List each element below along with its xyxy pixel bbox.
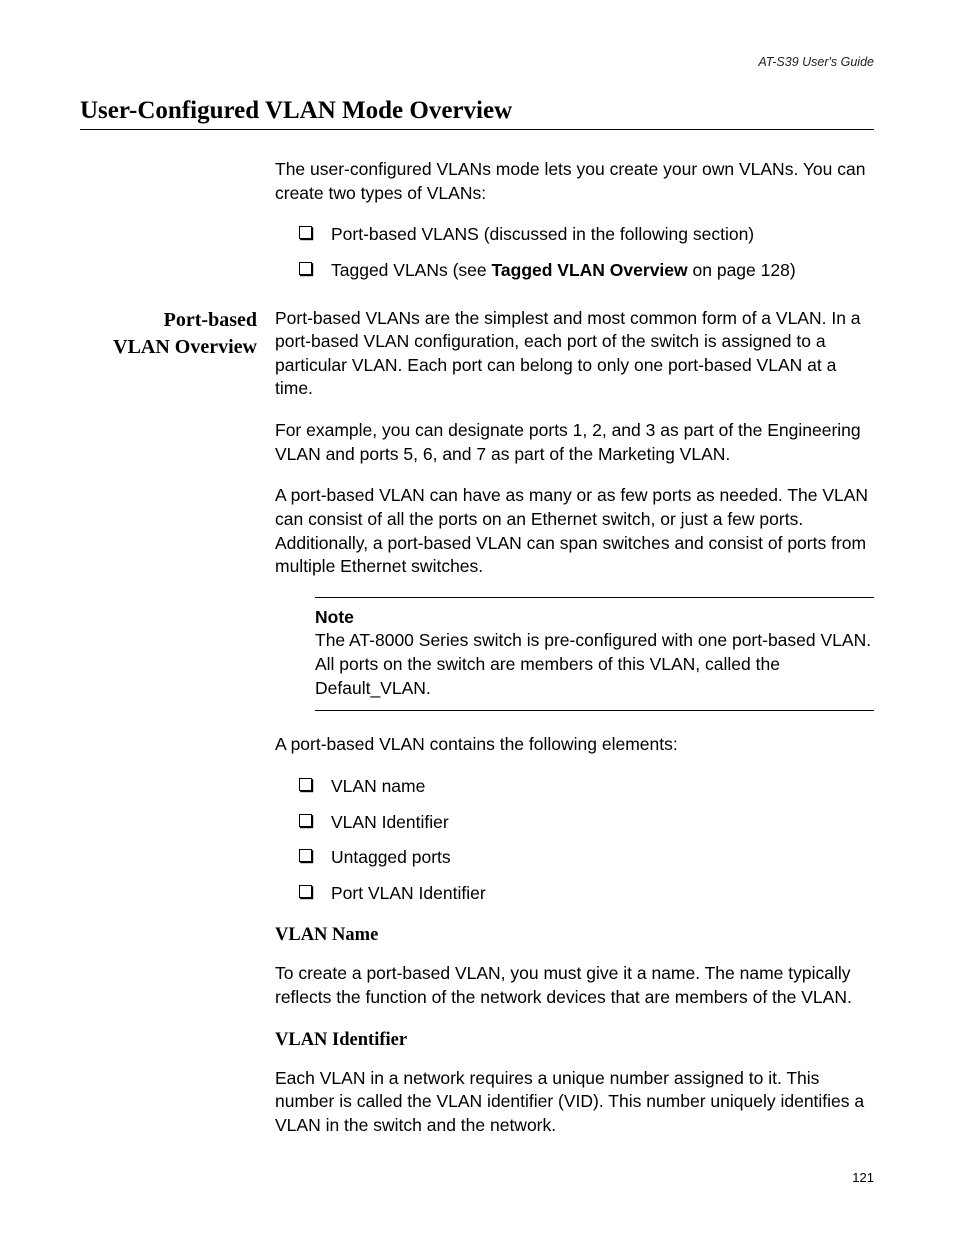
checkbox-icon (299, 262, 312, 275)
checkbox-icon (299, 849, 312, 862)
list-item: VLAN name (299, 775, 874, 799)
port-based-body: Port-based VLANs are the simplest and mo… (275, 307, 874, 1138)
list-item: Untagged ports (299, 846, 874, 870)
checkbox-icon (299, 885, 312, 898)
page-number: 121 (852, 1170, 874, 1185)
side-heading-line: Port-based (164, 309, 257, 331)
note-label: Note (315, 606, 874, 630)
body-paragraph: For example, you can designate ports 1, … (275, 419, 874, 466)
checkbox-icon (299, 778, 312, 791)
sub-heading: VLAN Name (275, 923, 874, 948)
list-item-text: VLAN name (331, 776, 425, 796)
body-paragraph: Each VLAN in a network requires a unique… (275, 1067, 874, 1138)
intro-list: Port-based VLANS (discussed in the follo… (299, 223, 874, 282)
section-side-heading: Port-based VLAN Overview (80, 307, 275, 361)
list-item-text: VLAN Identifier (331, 812, 449, 832)
checkbox-icon (299, 226, 312, 239)
list-item: Port-based VLANS (discussed in the follo… (299, 223, 874, 247)
body-paragraph: To create a port-based VLAN, you must gi… (275, 962, 874, 1009)
body-paragraph: Port-based VLANs are the simplest and mo… (275, 307, 874, 402)
sub-heading: VLAN Identifier (275, 1028, 874, 1053)
list-item-text: Port VLAN Identifier (331, 883, 486, 903)
list-item-text-bold: Tagged VLAN Overview (492, 260, 688, 280)
list-item: Tagged VLANs (see Tagged VLAN Overview o… (299, 259, 874, 283)
intro-paragraph: The user-configured VLANs mode lets you … (275, 158, 874, 205)
elements-list: VLAN name VLAN Identifier Untagged ports… (299, 775, 874, 906)
port-based-section: Port-based VLAN Overview Port-based VLAN… (80, 307, 874, 1138)
note-body: The AT-8000 Series switch is pre-configu… (315, 629, 874, 700)
list-item-text: Untagged ports (331, 847, 451, 867)
list-item: VLAN Identifier (299, 811, 874, 835)
body-paragraph: A port-based VLAN contains the following… (275, 733, 874, 757)
list-item-text: Port-based VLANS (discussed in the follo… (331, 224, 754, 244)
page-title: User-Configured VLAN Mode Overview (80, 97, 874, 130)
intro-body: The user-configured VLANs mode lets you … (275, 158, 874, 301)
side-heading-line: VLAN Overview (113, 336, 257, 358)
list-item: Port VLAN Identifier (299, 882, 874, 906)
running-header: AT-S39 User's Guide (80, 55, 874, 69)
document-page: AT-S39 User's Guide User-Configured VLAN… (0, 0, 954, 1235)
list-item-text-pre: Tagged VLANs (see (331, 260, 492, 280)
body-paragraph: A port-based VLAN can have as many or as… (275, 484, 874, 579)
note-box: Note The AT-8000 Series switch is pre-co… (315, 597, 874, 712)
checkbox-icon (299, 814, 312, 827)
intro-section: The user-configured VLANs mode lets you … (80, 158, 874, 301)
list-item-text-post: on page 128) (688, 260, 796, 280)
